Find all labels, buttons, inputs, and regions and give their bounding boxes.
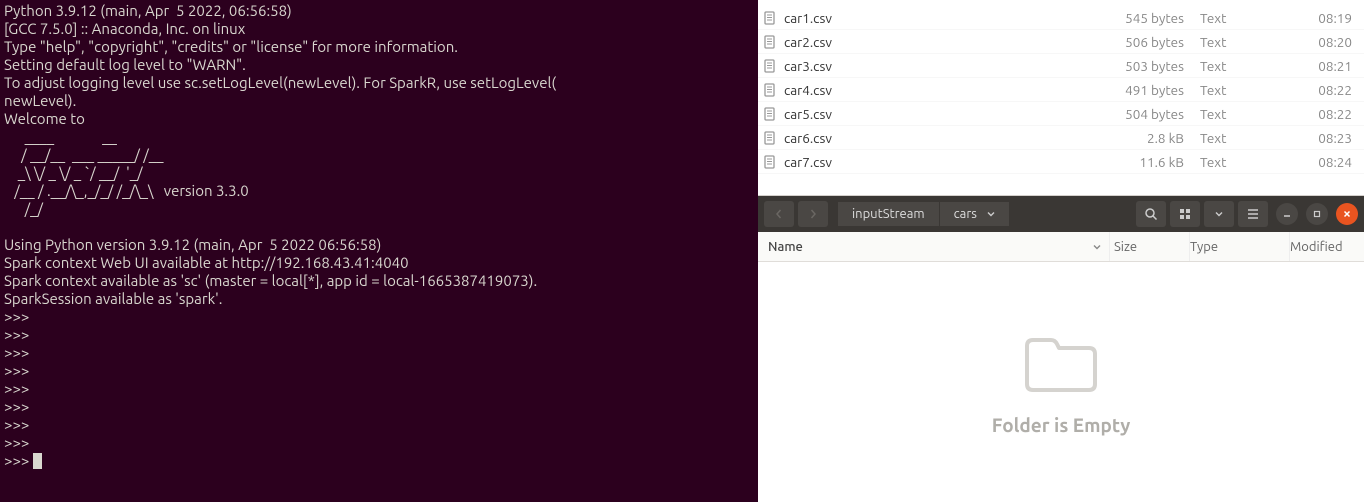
toolbar: inputStream cars xyxy=(758,196,1364,232)
file-type: Text xyxy=(1200,34,1300,50)
breadcrumb: inputStream cars xyxy=(838,202,1010,226)
file-modified: 08:22 xyxy=(1300,82,1364,98)
file-size: 503 bytes xyxy=(1120,58,1200,74)
nav-forward-button[interactable] xyxy=(798,201,828,227)
view-grid-button[interactable] xyxy=(1170,201,1200,227)
nav-back-button[interactable] xyxy=(764,201,794,227)
window-minimize-button[interactable] xyxy=(1276,203,1298,225)
file-icon xyxy=(758,82,782,98)
file-icon xyxy=(758,10,782,26)
empty-folder-label: Folder is Empty xyxy=(992,414,1131,436)
grid-icon xyxy=(1179,208,1191,220)
file-manager-bottom: inputStream cars xyxy=(758,196,1364,502)
file-size: 506 bytes xyxy=(1120,34,1200,50)
chevron-down-icon xyxy=(987,210,995,218)
file-name: car4.csv xyxy=(782,82,1120,98)
file-name: car5.csv xyxy=(782,106,1120,122)
file-icon xyxy=(758,58,782,74)
window-maximize-button[interactable] xyxy=(1306,203,1328,225)
file-row[interactable]: car6.csv2.8 kBText08:23 xyxy=(758,126,1364,150)
file-modified: 08:22 xyxy=(1300,106,1364,122)
file-row[interactable]: car2.csv506 bytesText08:20 xyxy=(758,30,1364,54)
file-name: car1.csv xyxy=(782,10,1120,26)
file-type: Text xyxy=(1200,106,1300,122)
maximize-icon xyxy=(1313,210,1321,218)
file-size: 491 bytes xyxy=(1120,82,1200,98)
file-modified: 08:20 xyxy=(1300,34,1364,50)
search-button[interactable] xyxy=(1136,201,1166,227)
empty-folder-placeholder: Folder is Empty xyxy=(758,262,1364,502)
terminal-output: Python 3.9.12 (main, Apr 5 2022, 06:56:5… xyxy=(4,2,556,469)
folder-icon xyxy=(1019,328,1103,398)
breadcrumb-item-inputstream[interactable]: inputStream xyxy=(838,202,940,226)
window-close-button[interactable] xyxy=(1336,203,1358,225)
search-icon xyxy=(1144,207,1158,221)
file-type: Text xyxy=(1200,82,1300,98)
file-row[interactable]: car4.csv491 bytesText08:22 xyxy=(758,78,1364,102)
file-modified: 08:19 xyxy=(1300,10,1364,26)
file-name: car7.csv xyxy=(782,154,1120,170)
file-modified: 08:23 xyxy=(1300,130,1364,146)
file-list: car1.csv545 bytesText08:19car2.csv506 by… xyxy=(758,0,1364,174)
file-type: Text xyxy=(1200,154,1300,170)
file-type: Text xyxy=(1200,58,1300,74)
file-modified: 08:24 xyxy=(1300,154,1364,170)
right-panel: car1.csv545 bytesText08:19car2.csv506 by… xyxy=(758,0,1364,502)
breadcrumb-item-cars[interactable]: cars xyxy=(940,202,1010,226)
file-type: Text xyxy=(1200,10,1300,26)
close-icon xyxy=(1343,210,1351,218)
file-icon xyxy=(758,106,782,122)
cursor xyxy=(33,453,42,469)
hamburger-menu-button[interactable] xyxy=(1238,201,1268,227)
file-type: Text xyxy=(1200,130,1300,146)
file-modified: 08:21 xyxy=(1300,58,1364,74)
file-icon xyxy=(758,154,782,170)
file-size: 11.6 kB xyxy=(1120,154,1200,170)
file-icon xyxy=(758,34,782,50)
column-header-size[interactable]: Size xyxy=(1110,232,1190,261)
file-row[interactable]: car7.csv11.6 kBText08:24 xyxy=(758,150,1364,174)
file-icon xyxy=(758,130,782,146)
column-header-name[interactable]: Name xyxy=(758,232,1110,261)
file-name: car2.csv xyxy=(782,34,1120,50)
file-size: 504 bytes xyxy=(1120,106,1200,122)
file-name: car3.csv xyxy=(782,58,1120,74)
column-header-type[interactable]: Type xyxy=(1190,232,1290,261)
breadcrumb-label: cars xyxy=(954,207,977,221)
chevron-down-icon xyxy=(1215,210,1223,218)
file-manager-top: car1.csv545 bytesText08:19car2.csv506 by… xyxy=(758,0,1364,196)
sort-down-icon xyxy=(1093,243,1101,251)
terminal-pyspark[interactable]: Python 3.9.12 (main, Apr 5 2022, 06:56:5… xyxy=(0,0,758,502)
file-row[interactable]: car1.csv545 bytesText08:19 xyxy=(758,6,1364,30)
file-size: 2.8 kB xyxy=(1120,130,1200,146)
minimize-icon xyxy=(1283,210,1291,218)
column-headers: Name Size Type Modified xyxy=(758,232,1364,262)
file-name: car6.csv xyxy=(782,130,1120,146)
column-name-label: Name xyxy=(768,240,803,254)
hamburger-icon xyxy=(1247,209,1259,219)
view-dropdown-button[interactable] xyxy=(1204,201,1234,227)
file-row[interactable]: car5.csv504 bytesText08:22 xyxy=(758,102,1364,126)
file-row[interactable]: car3.csv503 bytesText08:21 xyxy=(758,54,1364,78)
column-header-modified[interactable]: Modified xyxy=(1290,232,1364,261)
file-size: 545 bytes xyxy=(1120,10,1200,26)
